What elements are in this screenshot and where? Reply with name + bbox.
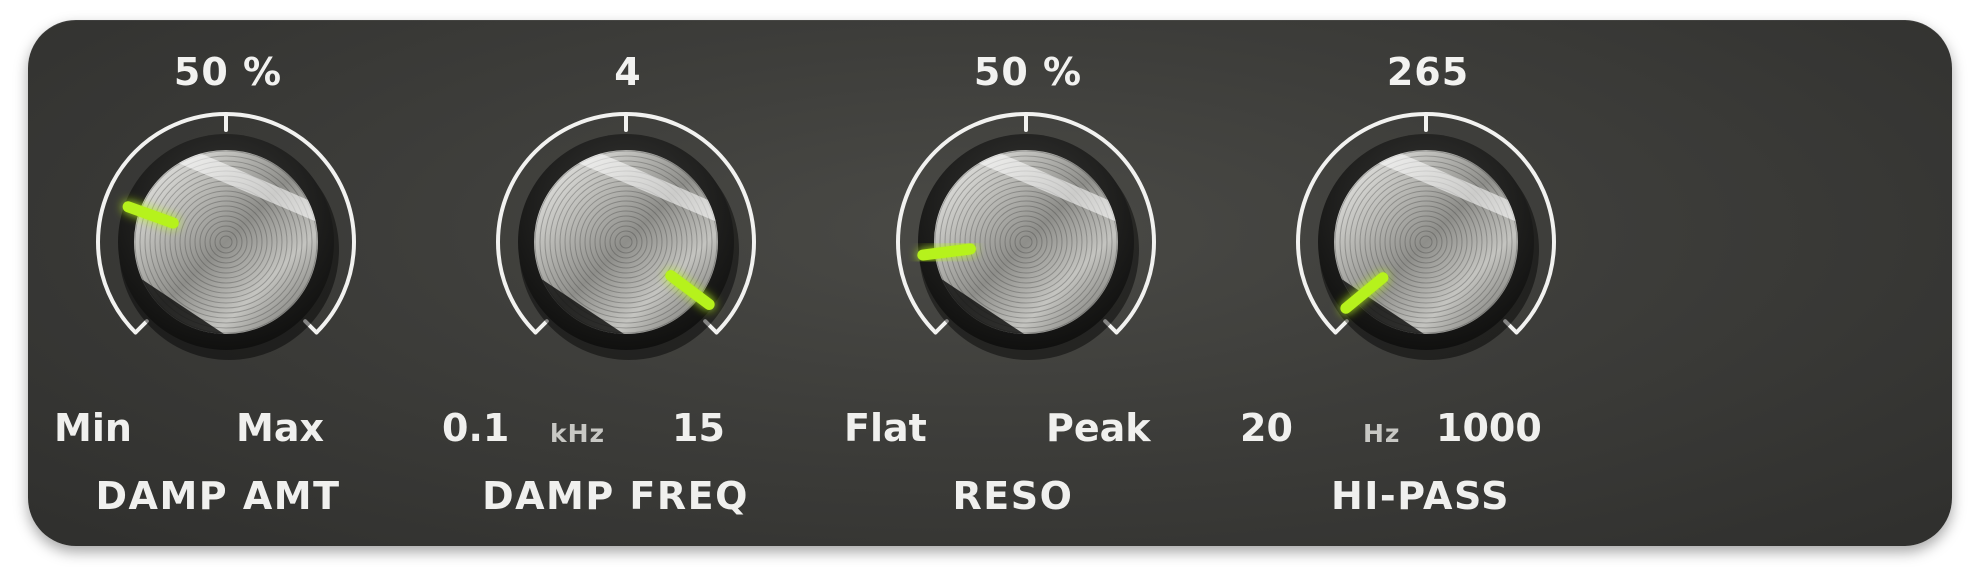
scale-end-tick: [1333, 319, 1349, 335]
damp-amt-min-label: Min: [54, 406, 132, 450]
reso-max-label: Peak: [1046, 406, 1151, 450]
reso-name: RESO: [952, 474, 1074, 518]
damp-freq-unit-label: kHz: [550, 419, 606, 448]
hi-pass-min-label: 20: [1240, 406, 1293, 450]
hi-pass-max-label: 1000: [1436, 406, 1542, 450]
knob-unit-damp-freq: 4 0.1 kHz 15 DAMP FREQ: [428, 20, 828, 546]
hi-pass-knob[interactable]: [1228, 20, 1628, 420]
scale-end-tick: [533, 319, 549, 335]
plugin-panel: 50 % Min Max DAMP AMT 4 0.1 kHz 15 DAMP …: [28, 20, 1952, 546]
damp-freq-max-label: 15: [672, 406, 725, 450]
damp-amt-max-label: Max: [236, 406, 324, 450]
scale-end-tick: [933, 319, 949, 335]
damp-freq-name: DAMP FREQ: [482, 474, 749, 518]
damp-amt-name: DAMP AMT: [95, 474, 341, 518]
knob-indicator-led: [917, 243, 976, 261]
reso-min-label: Flat: [844, 406, 927, 450]
knob-unit-damp-amt: 50 % Min Max DAMP AMT: [28, 20, 428, 546]
knob-unit-reso: 50 % Flat Peak RESO: [828, 20, 1228, 546]
hi-pass-unit-label: Hz: [1363, 419, 1401, 448]
hi-pass-name: HI-PASS: [1330, 474, 1510, 518]
damp-amt-knob[interactable]: [28, 20, 428, 420]
damp-freq-knob[interactable]: [428, 20, 828, 420]
knob-unit-hi-pass: 265 20 Hz 1000 HI-PASS: [1228, 20, 1628, 546]
reso-knob[interactable]: [828, 20, 1228, 420]
scale-end-tick: [133, 319, 149, 335]
damp-freq-min-label: 0.1: [442, 406, 510, 450]
